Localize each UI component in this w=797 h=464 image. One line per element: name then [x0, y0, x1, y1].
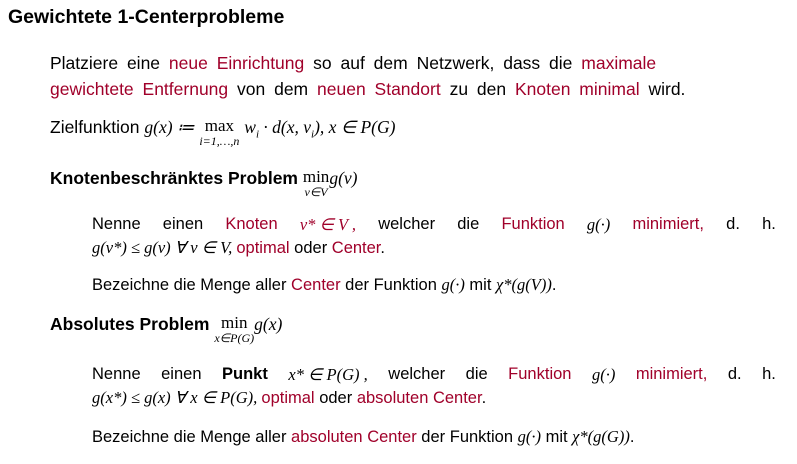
math-chi: χ*(g(V)) — [496, 275, 552, 294]
term-funktion: Funktion — [508, 365, 572, 383]
intro-text: wird. — [639, 79, 686, 99]
max-word: max — [204, 116, 234, 135]
term-optimal: optimal — [261, 389, 315, 407]
section-heading-knoten: Knotenbeschränktes Problem min v∈V g(v) — [50, 168, 358, 198]
term-minimiert: minimiert, — [632, 215, 704, 233]
objective-label: Zielfunktion — [50, 117, 140, 137]
math-g: g(·) — [517, 427, 541, 446]
objective-lhs: g(x) ≔ — [144, 117, 195, 137]
word: einen — [162, 215, 204, 233]
term-center: Center — [331, 239, 381, 257]
word: welcher — [378, 215, 436, 233]
objective-function: Zielfunktion g(x) ≔ max i=1,…,n wi · d(x,… — [50, 117, 395, 147]
term-neue-einrichtung: neue Einrichtung — [168, 53, 305, 73]
intro-line-2: gewichtete Entfernung von dem neuen Stan… — [50, 79, 685, 100]
term-punkt: Punkt — [222, 365, 268, 383]
word: h. — [762, 215, 776, 233]
absolut-line-1: Nenne einen Punkt x* ∈ P(G) , welcher di… — [92, 365, 776, 385]
term-absoluten-center: absoluten Center — [291, 428, 417, 446]
text: mit — [464, 276, 497, 294]
intro-text: zu den — [440, 79, 515, 99]
page-title: Gewichtete 1-Centerprobleme — [8, 6, 285, 28]
max-operator: max i=1,…,n — [199, 117, 239, 147]
min-operator: min v∈V — [303, 168, 329, 198]
intro-text: von dem — [228, 79, 318, 99]
knoten-line-1: Nenne einen Knoten v* ∈ V , welcher die … — [92, 215, 776, 235]
knoten-line-2: g(v*) ≤ g(v) ∀ v ∈ V, optimal oder Cente… — [92, 238, 385, 258]
word: oder — [314, 389, 357, 407]
text: Bezeichne die Menge aller — [92, 276, 292, 294]
weight-symbol: w — [244, 117, 256, 137]
term-neuen-standort: neuen Standort — [317, 79, 441, 99]
period: . — [481, 389, 487, 407]
min-subscript: v∈V — [304, 185, 328, 199]
domain-term: ), x ∈ P(G) — [314, 117, 396, 137]
word: die — [465, 365, 488, 383]
knoten-line-3: Bezeichne die Menge aller Center der Fun… — [92, 275, 556, 295]
word: Nenne — [92, 365, 141, 383]
text: mit — [540, 428, 573, 446]
text: Bezeichne die Menge aller — [92, 428, 292, 446]
term-minimiert: minimiert, — [635, 365, 708, 383]
min-operator: min x∈P(G) — [214, 314, 254, 344]
term-center: Center — [291, 276, 341, 294]
word: oder — [289, 239, 332, 257]
period: . — [629, 428, 635, 446]
section-heading-absolut: Absolutes Problem min x∈P(G) g(x) — [50, 314, 282, 344]
word: Nenne — [92, 215, 141, 233]
intro-line-1: Platziere eine neue Einrichtung so auf d… — [50, 53, 656, 74]
math-g: g(·) — [591, 365, 616, 384]
word: h. — [762, 365, 776, 383]
math-condition: g(x*) ≤ g(x) ∀ x ∈ P(G), — [92, 388, 262, 407]
min-subscript: x∈P(G) — [214, 331, 255, 345]
math-x-star: x* ∈ P(G) , — [288, 365, 368, 384]
word: d. — [726, 215, 740, 233]
intro-text: Platziere eine — [50, 53, 169, 73]
math-g: g(·) — [441, 275, 465, 294]
word: einen — [161, 365, 202, 383]
min-argument: g(x) — [254, 314, 283, 334]
term-maximale: maximale — [581, 53, 657, 73]
heading-text: Knotenbeschränktes Problem — [50, 168, 298, 188]
distance-term: · d(x, v — [259, 117, 312, 137]
math-condition: g(v*) ≤ g(v) ∀ v ∈ V, — [92, 238, 237, 257]
intro-text: so auf dem Netzwerk, dass die — [304, 53, 582, 73]
absolut-line-2: g(x*) ≤ g(x) ∀ x ∈ P(G), optimal oder ab… — [92, 388, 486, 408]
objective-rhs: wi · d(x, vi), x ∈ P(G) — [244, 117, 396, 141]
min-word: min — [221, 313, 248, 332]
word: d. — [727, 365, 742, 383]
term-optimal: optimal — [236, 239, 290, 257]
text: der Funktion — [340, 276, 442, 294]
min-argument: g(v) — [329, 168, 358, 188]
period: . — [551, 276, 557, 294]
math-g: g(·) — [586, 215, 611, 234]
term-knoten: Knoten — [225, 215, 278, 233]
term-knoten-minimal: Knoten minimal — [514, 79, 640, 99]
term-gewichtete-entfernung: gewichtete Entfernung — [50, 79, 229, 99]
heading-text: Absolutes Problem — [50, 314, 210, 334]
word: welcher — [388, 365, 446, 383]
text: der Funktion — [416, 428, 518, 446]
math-v-star: v* ∈ V , — [299, 215, 357, 234]
math-chi: χ*(g(G)) — [572, 427, 630, 446]
absolut-line-3: Bezeichne die Menge aller absoluten Cent… — [92, 427, 634, 447]
term-absoluten-center: absoluten Center — [356, 389, 482, 407]
word: die — [457, 215, 480, 233]
term-funktion: Funktion — [501, 215, 565, 233]
max-subscript: i=1,…,n — [199, 134, 240, 148]
min-word: min — [302, 167, 330, 186]
period: . — [380, 239, 385, 257]
